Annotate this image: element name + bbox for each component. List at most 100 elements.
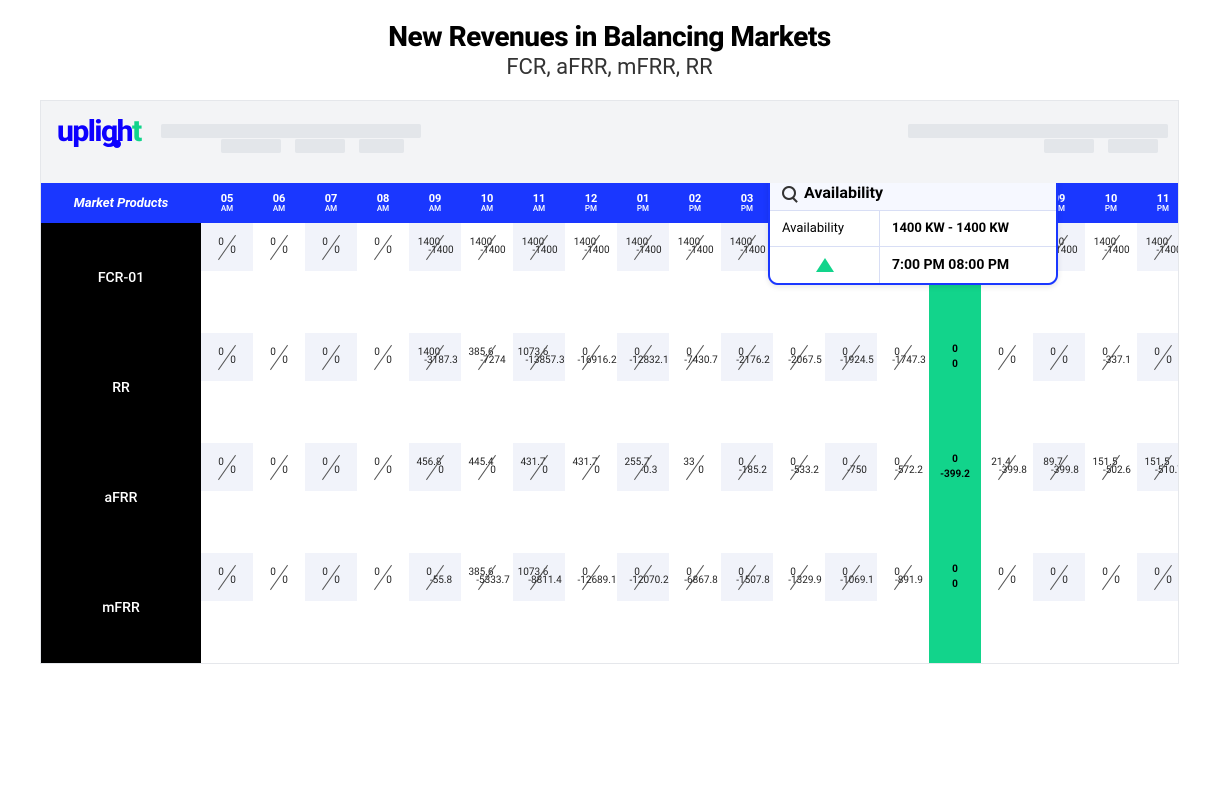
hour-header[interactable]: 11AM (513, 183, 565, 223)
cell-bottom-value: -502.6 (1103, 465, 1131, 477)
data-cell[interactable]: 1400-1400 (565, 223, 617, 333)
data-cell[interactable]: 0-533.2 (773, 443, 825, 553)
data-cell[interactable]: 00 (305, 223, 357, 333)
data-cell[interactable]: 0-185.2 (721, 443, 773, 553)
data-cell[interactable]: 0-1924.5 (825, 333, 877, 443)
data-cell[interactable]: 1400-3187.3 (409, 333, 461, 443)
cell-top-value: 0 (270, 457, 276, 469)
data-cell[interactable]: 255.7-0.3 (617, 443, 669, 553)
data-cell[interactable]: 151.5-502.6 (1085, 443, 1137, 553)
grid-body: FCR-01000000001400-14001400-14001400-140… (41, 223, 1178, 663)
skeleton-bar (359, 139, 404, 153)
data-cell[interactable]: 21.4-399.8 (981, 443, 1033, 553)
data-cell[interactable]: 385.6-5333.7 (461, 553, 513, 663)
data-cell[interactable]: 1400-1400 (1137, 223, 1178, 333)
data-cell[interactable]: 0-12689.1 (565, 553, 617, 663)
data-cell[interactable]: 00 (981, 553, 1033, 663)
data-cell[interactable]: 0-1507.8 (721, 553, 773, 663)
data-cell[interactable]: 0-572.2 (877, 443, 929, 553)
data-cell[interactable]: 1400-1400 (617, 223, 669, 333)
hour-header[interactable]: 06AM (253, 183, 305, 223)
data-cell[interactable]: 00 (357, 333, 409, 443)
hour-header[interactable]: 07AM (305, 183, 357, 223)
cell-bottom-value: 0 (594, 465, 600, 477)
hour-header[interactable]: 09AM (409, 183, 461, 223)
data-cell[interactable]: 89.7-399.8 (1033, 443, 1085, 553)
data-cell[interactable]: 00 (201, 223, 253, 333)
data-cell[interactable]: 0-1329.9 (773, 553, 825, 663)
data-cell[interactable]: 0-16916.2 (565, 333, 617, 443)
hour-header[interactable]: 12PM (565, 183, 617, 223)
data-cell[interactable]: 0-55.8 (409, 553, 461, 663)
cell-bottom-value: -55.8 (430, 575, 452, 587)
popover-row-label: Availability (770, 211, 880, 246)
cell-top-value: 0 (322, 237, 328, 249)
cell-bottom-value: -7274 (480, 355, 505, 367)
data-cell[interactable]: 0-891.9 (877, 553, 929, 663)
data-cell[interactable]: 456.80 (409, 443, 461, 553)
cell-bottom-value: 0 (334, 245, 340, 257)
data-cell[interactable]: 431.70 (513, 443, 565, 553)
data-cell[interactable]: 00 (305, 443, 357, 553)
data-cell[interactable]: 1400-1400 (721, 223, 773, 333)
data-cell[interactable]: 0-337.1 (1085, 333, 1137, 443)
hour-header[interactable]: 02PM (669, 183, 721, 223)
data-cell[interactable]: 00 (201, 333, 253, 443)
data-cell[interactable]: 1400-1400 (461, 223, 513, 333)
data-cell[interactable]: 151.5-510.7 (1137, 443, 1178, 553)
cell-bottom-value: -399.2 (940, 469, 970, 481)
data-cell[interactable]: 00 (201, 443, 253, 553)
data-cell[interactable]: 00 (1033, 553, 1085, 663)
data-cell[interactable]: 0-7430.7 (669, 333, 721, 443)
data-cell[interactable]: 0-1069.1 (825, 553, 877, 663)
data-cell[interactable]: 00 (981, 333, 1033, 443)
hour-header[interactable]: 08AM (357, 183, 409, 223)
data-cell[interactable]: 00 (305, 333, 357, 443)
data-cell[interactable]: 0-12832.1 (617, 333, 669, 443)
data-cell[interactable]: 00 (1033, 333, 1085, 443)
data-cell[interactable]: 00 (357, 553, 409, 663)
data-cell[interactable]: 00 (253, 443, 305, 553)
data-cell[interactable]: 0-2067.5 (773, 333, 825, 443)
data-cell[interactable]: 1400-1400 (513, 223, 565, 333)
data-cell[interactable]: 00 (253, 333, 305, 443)
data-cell[interactable]: 1400-1400 (669, 223, 721, 333)
data-cell[interactable]: 1400-1400 (409, 223, 461, 333)
availability-popover[interactable]: Availability Availability 1400 KW - 1400… (768, 183, 1058, 285)
data-cell[interactable]: 0-1747.3 (877, 333, 929, 443)
data-cell[interactable]: 00 (357, 443, 409, 553)
data-cell[interactable]: 0-2176.2 (721, 333, 773, 443)
data-cell[interactable]: 1400-1400 (1085, 223, 1137, 333)
hour-header[interactable]: 10PM (1085, 183, 1137, 223)
data-cell[interactable]: 0-750 (825, 443, 877, 553)
data-cell[interactable]: 0-6867.8 (669, 553, 721, 663)
hour-header[interactable]: 03PM (721, 183, 773, 223)
skeleton-bar (295, 139, 345, 153)
data-cell[interactable]: 00 (305, 553, 357, 663)
hour-header[interactable]: 10AM (461, 183, 513, 223)
data-cell[interactable]: 00 (253, 553, 305, 663)
data-cell[interactable]: 385.6-7274 (461, 333, 513, 443)
hour-header[interactable]: 11PM (1137, 183, 1178, 223)
data-cell[interactable]: 00 (253, 223, 305, 333)
cell-bottom-value: -8811.4 (528, 575, 562, 587)
data-cell[interactable]: 00 (1085, 553, 1137, 663)
cell-bottom-value: 0 (952, 579, 958, 591)
hour-header[interactable]: 05AM (201, 183, 253, 223)
data-cell[interactable]: 431.70 (565, 443, 617, 553)
data-cell[interactable]: 330 (669, 443, 721, 553)
data-cell[interactable]: 00 (201, 553, 253, 663)
data-cell[interactable]: 1073.6-8811.4 (513, 553, 565, 663)
cell-bottom-value: -533.2 (791, 465, 819, 477)
data-cell[interactable]: 0-12070.2 (617, 553, 669, 663)
data-cell[interactable]: 00 (1137, 333, 1178, 443)
data-cell[interactable]: 00 (1137, 553, 1178, 663)
cell-bottom-value: -1507.8 (736, 575, 770, 587)
data-cell[interactable]: 00 (357, 223, 409, 333)
data-grid: Market Products 05AM06AM07AM08AM09AM10AM… (41, 183, 1178, 663)
data-cell[interactable]: 1073.6-13857.3 (513, 333, 565, 443)
cell-bottom-value: -1400 (636, 245, 661, 257)
data-cell[interactable]: 445.40 (461, 443, 513, 553)
hour-header[interactable]: 01PM (617, 183, 669, 223)
cell-bottom-value: 0 (282, 245, 288, 257)
